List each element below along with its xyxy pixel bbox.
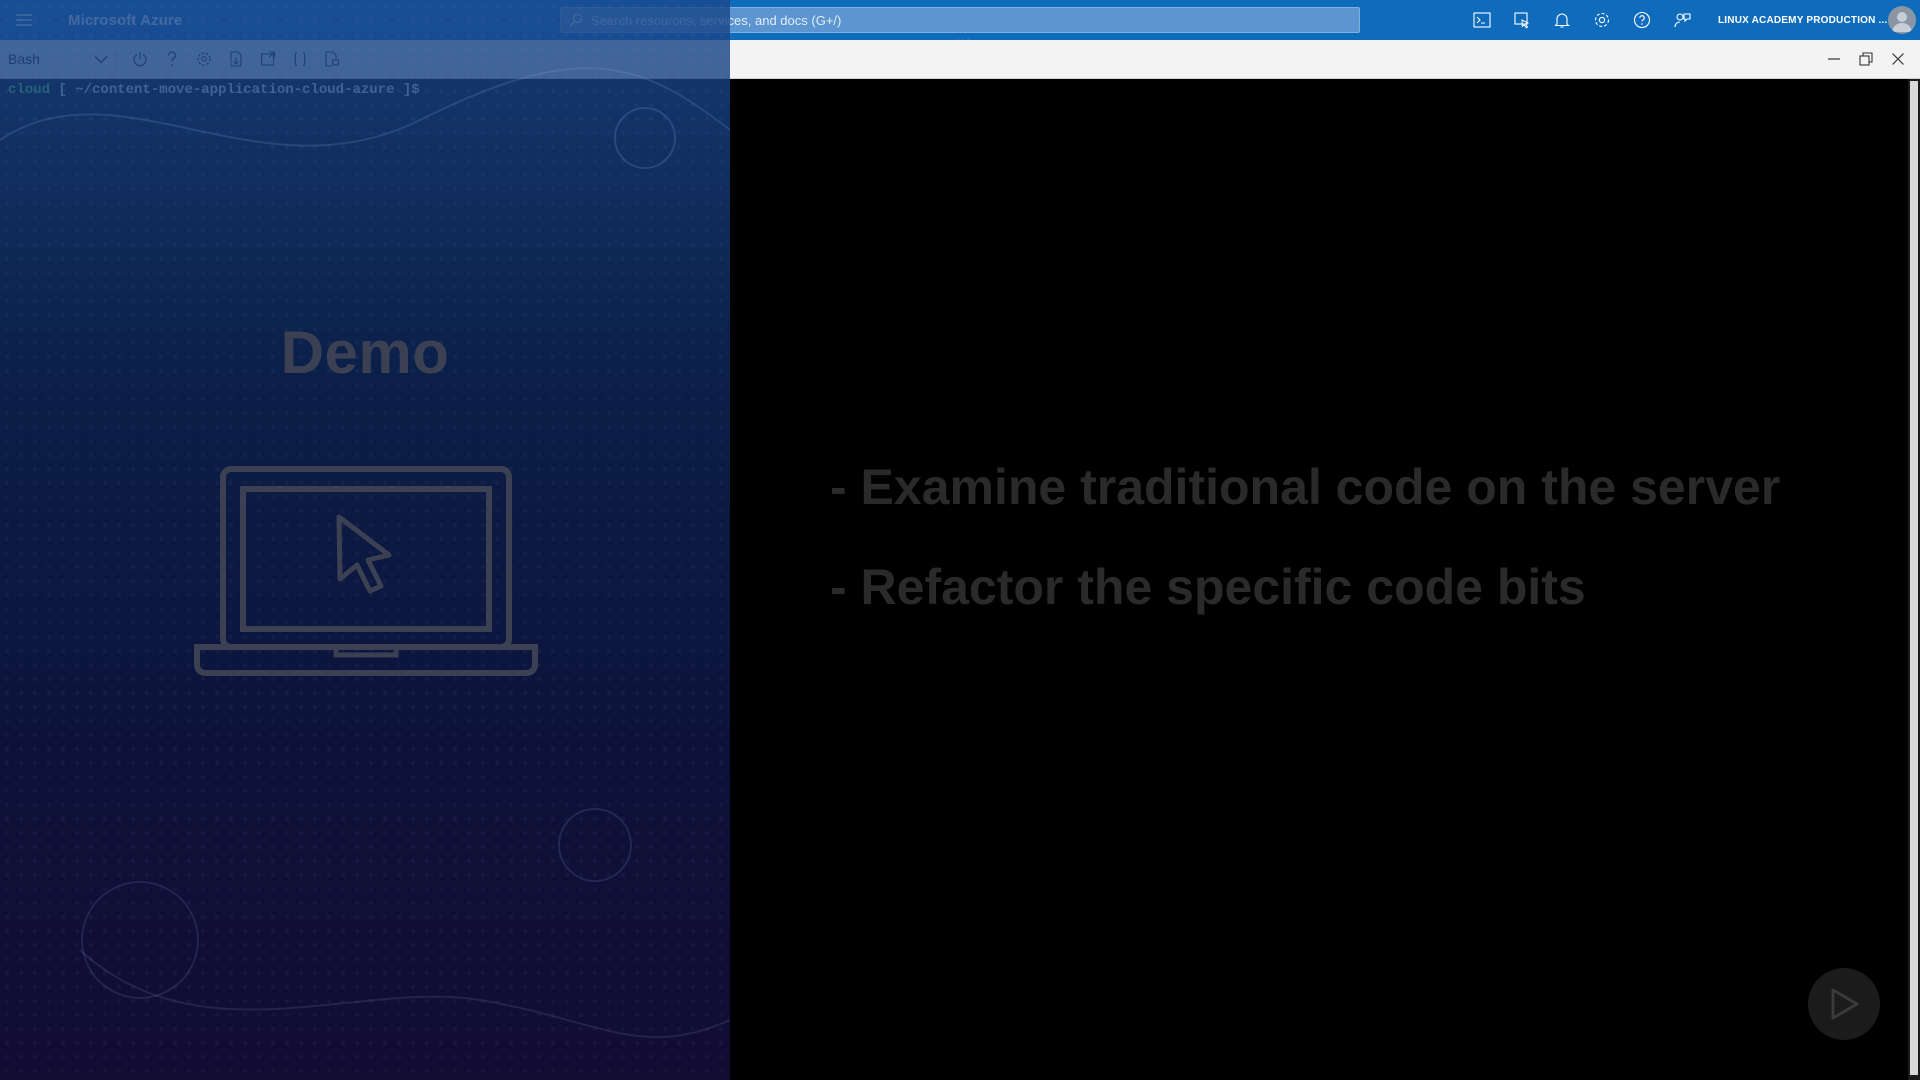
shell-type-dropdown[interactable]: Bash (8, 48, 108, 70)
hamburger-menu-icon[interactable] (0, 0, 48, 40)
shell-type-value: Bash (8, 51, 40, 67)
prompt-path: [ ~/content-move-application-cloud-azure… (50, 82, 420, 98)
help-icon[interactable] (1622, 0, 1662, 40)
close-icon[interactable] (1882, 47, 1914, 71)
web-preview-icon[interactable] (316, 47, 348, 71)
chevron-down-icon (94, 55, 108, 63)
avatar[interactable] (1888, 6, 1916, 34)
prompt-host: cloud (8, 82, 51, 98)
terminal-scrollbar[interactable] (1908, 79, 1920, 1080)
notifications-icon[interactable] (1542, 0, 1582, 40)
portal-brand[interactable]: Microsoft Azure (68, 12, 182, 29)
cloud-shell-icon[interactable] (1462, 0, 1502, 40)
directory-filter-icon[interactable] (1502, 0, 1542, 40)
cloud-shell-toolbar: ··· Bash (0, 34, 1920, 79)
account-label[interactable]: LINUX ACADEMY PRODUCTION ... (1718, 0, 1888, 40)
search-icon (569, 13, 583, 27)
editor-braces-icon[interactable] (284, 47, 316, 71)
global-search-box[interactable] (560, 7, 1360, 33)
open-new-session-icon[interactable] (252, 47, 284, 71)
upload-download-icon[interactable] (220, 47, 252, 71)
shell-tools (124, 47, 348, 71)
window-controls (1818, 47, 1914, 71)
top-bar-icons (1462, 0, 1702, 40)
restore-icon[interactable] (1850, 47, 1882, 71)
feedback-icon[interactable] (1662, 0, 1702, 40)
toolbar-divider (116, 49, 117, 69)
search-input[interactable] (589, 11, 1353, 29)
terminal-prompt: cloud [ ~/content-move-application-cloud… (8, 82, 420, 98)
terminal-pane[interactable]: cloud [ ~/content-move-application-cloud… (0, 79, 1908, 1080)
help-icon[interactable] (156, 47, 188, 71)
scrollbar-thumb[interactable] (1910, 81, 1918, 1075)
play-logo-icon (1808, 968, 1880, 1040)
settings-icon[interactable] (1582, 0, 1622, 40)
minimize-icon[interactable] (1818, 47, 1850, 71)
resize-grip-icon[interactable]: ··· (956, 34, 972, 45)
settings-icon[interactable] (188, 47, 220, 71)
restart-icon[interactable] (124, 47, 156, 71)
